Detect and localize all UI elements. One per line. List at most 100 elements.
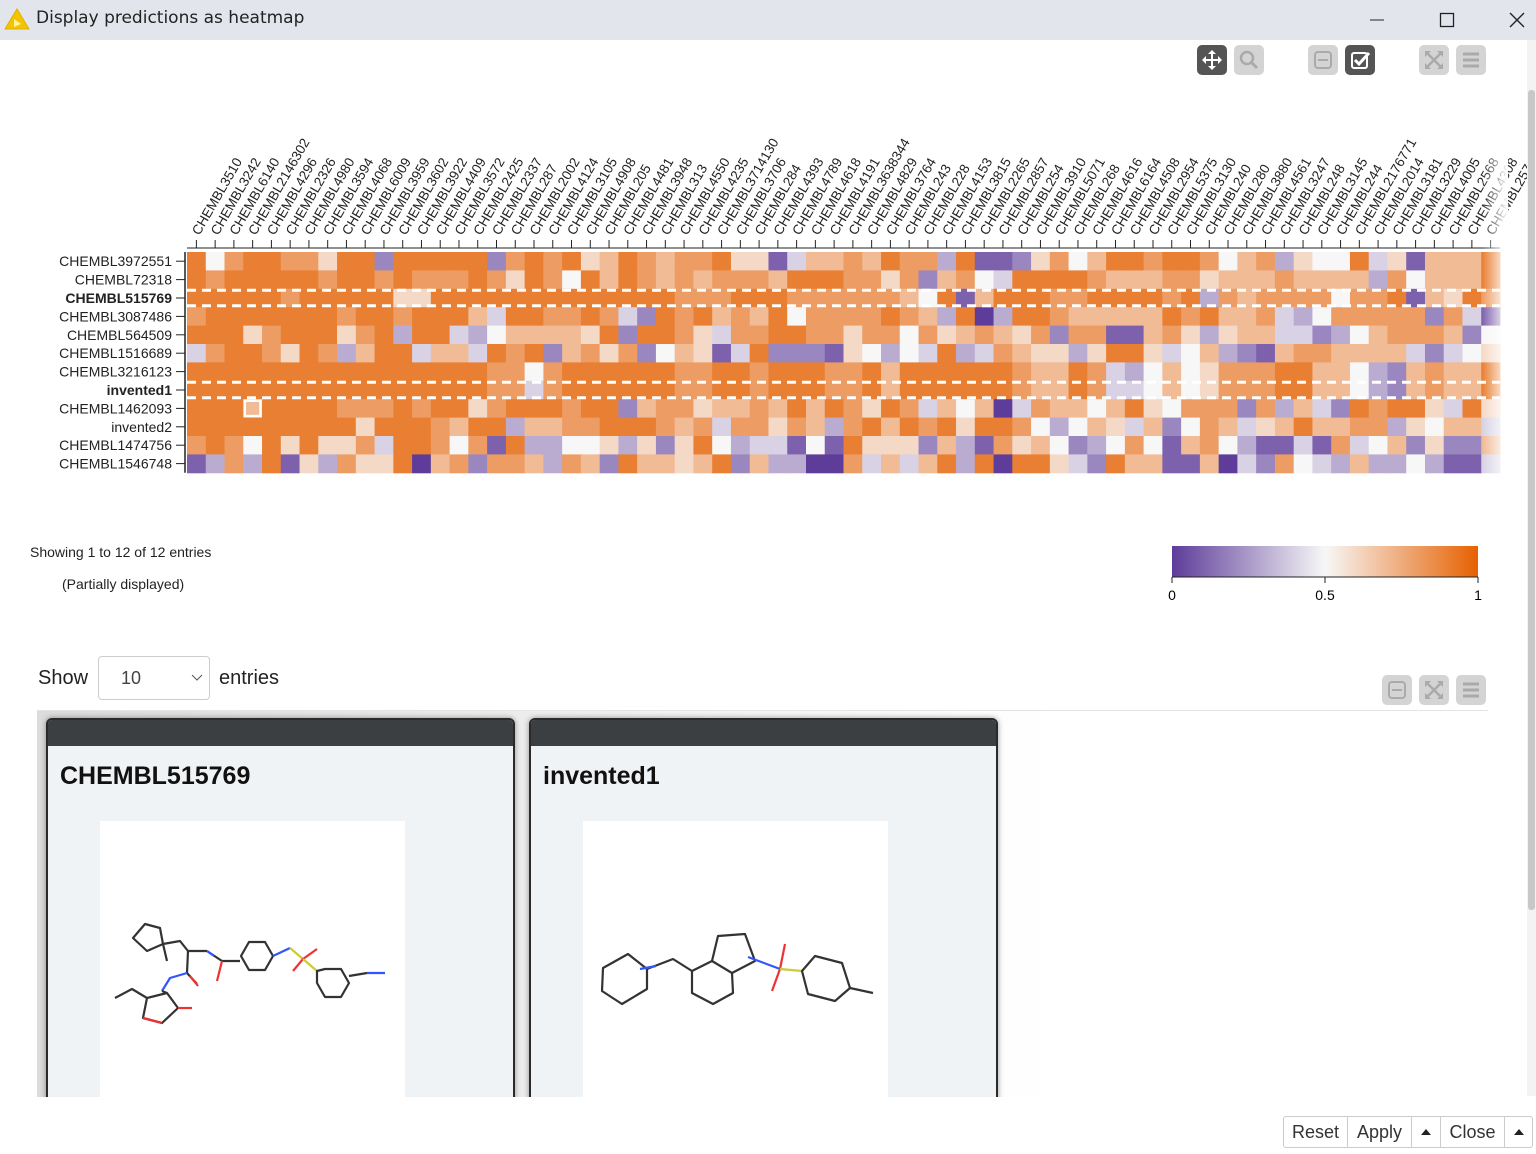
heatmap-cell[interactable] xyxy=(224,399,244,419)
heatmap-cell[interactable] xyxy=(937,344,957,363)
heatmap-cell[interactable] xyxy=(374,436,394,455)
tile-card[interactable]: invented1 xyxy=(529,718,998,1097)
heatmap-cell[interactable] xyxy=(449,252,469,271)
heatmap-cell[interactable] xyxy=(1181,270,1201,290)
heatmap-cell[interactable] xyxy=(562,399,582,419)
heatmap-cell[interactable] xyxy=(543,344,563,363)
heatmap-cell[interactable] xyxy=(1443,399,1463,419)
heatmap-cell[interactable] xyxy=(318,399,338,419)
heatmap-cell[interactable] xyxy=(1143,344,1163,363)
heatmap-cell[interactable] xyxy=(262,344,282,363)
heatmap-cell[interactable] xyxy=(1012,307,1032,327)
heatmap-cell[interactable] xyxy=(1218,436,1238,455)
heatmap-cell[interactable] xyxy=(618,362,638,382)
heatmap-cell[interactable] xyxy=(1256,454,1276,474)
heatmap-cell[interactable] xyxy=(974,344,995,363)
heatmap-cell[interactable] xyxy=(299,362,319,382)
heatmap-cell[interactable] xyxy=(524,307,544,327)
row-label[interactable]: CHEMBL1462093 xyxy=(59,400,172,416)
scrollbar-thumb[interactable] xyxy=(1528,90,1535,910)
heatmap-cell[interactable] xyxy=(1237,399,1257,419)
heatmap-cell[interactable] xyxy=(1331,270,1351,290)
heatmap-cell[interactable] xyxy=(693,325,713,345)
heatmap-cell[interactable] xyxy=(899,454,920,474)
heatmap-cell[interactable] xyxy=(712,362,732,382)
heatmap-cell[interactable] xyxy=(280,307,301,327)
heatmap-cell[interactable] xyxy=(1106,344,1126,363)
heatmap-cell[interactable] xyxy=(1068,344,1088,363)
heatmap-cell[interactable] xyxy=(881,344,901,363)
heatmap-cell[interactable] xyxy=(374,270,394,290)
heatmap-cell[interactable] xyxy=(1031,362,1051,382)
heatmap-cell[interactable] xyxy=(524,399,544,419)
heatmap-cell[interactable] xyxy=(749,417,769,437)
heatmap-cell[interactable] xyxy=(468,252,488,271)
heatmap-cell[interactable] xyxy=(1237,436,1257,455)
heatmap-cell[interactable] xyxy=(393,252,413,271)
heatmap-cell[interactable] xyxy=(1368,399,1388,419)
heatmap-cell[interactable] xyxy=(449,344,469,363)
heatmap-cell[interactable] xyxy=(824,454,844,474)
heatmap-cell[interactable] xyxy=(449,307,469,327)
heatmap-cell[interactable] xyxy=(562,270,582,290)
heatmap-cell[interactable] xyxy=(655,270,676,290)
heatmap-cell[interactable] xyxy=(655,454,676,474)
close-options-button[interactable] xyxy=(1504,1116,1533,1148)
heatmap-cell[interactable] xyxy=(1237,417,1257,437)
heatmap-cell[interactable] xyxy=(393,325,413,345)
heatmap-cell[interactable] xyxy=(1349,417,1370,437)
heatmap-cell[interactable] xyxy=(1406,454,1426,474)
heatmap-cell[interactable] xyxy=(637,270,657,290)
heatmap-cell[interactable] xyxy=(449,454,469,474)
heatmap-cell[interactable] xyxy=(1181,454,1201,474)
heatmap-cell[interactable] xyxy=(805,325,826,345)
heatmap-cell[interactable] xyxy=(1424,270,1445,290)
heatmap-cell[interactable] xyxy=(974,307,995,327)
heatmap-cell[interactable] xyxy=(299,454,319,474)
heatmap-cell[interactable] xyxy=(1462,252,1482,271)
heatmap-cell[interactable] xyxy=(430,252,451,271)
heatmap-cell[interactable] xyxy=(1031,399,1051,419)
heatmap-cell[interactable] xyxy=(1462,362,1482,382)
heatmap-cell[interactable] xyxy=(468,436,488,455)
heatmap-cell[interactable] xyxy=(318,270,338,290)
tile-menu-button[interactable] xyxy=(1456,675,1486,705)
heatmap-cell[interactable] xyxy=(1218,417,1238,437)
heatmap-cell[interactable] xyxy=(937,252,957,271)
heatmap-cell[interactable] xyxy=(1293,325,1313,345)
heatmap-cell[interactable] xyxy=(618,399,638,419)
heatmap-cell[interactable] xyxy=(937,399,957,419)
heatmap-cell[interactable] xyxy=(899,399,920,419)
heatmap-cell[interactable] xyxy=(618,270,638,290)
heatmap-cell[interactable] xyxy=(1068,436,1088,455)
heatmap-cell[interactable] xyxy=(599,436,619,455)
heatmap-cell[interactable] xyxy=(749,270,769,290)
heatmap-cell[interactable] xyxy=(881,417,901,437)
heatmap-cell[interactable] xyxy=(956,307,976,327)
heatmap-cell[interactable] xyxy=(505,252,526,271)
heatmap-cell[interactable] xyxy=(262,454,282,474)
heatmap-cell[interactable] xyxy=(1312,454,1332,474)
heatmap-cell[interactable] xyxy=(262,436,282,455)
heatmap-cell[interactable] xyxy=(693,344,713,363)
heatmap-cell[interactable] xyxy=(712,417,732,437)
heatmap-cell[interactable] xyxy=(412,399,432,419)
heatmap-cell[interactable] xyxy=(937,307,957,327)
row-label[interactable]: CHEMBL3972551 xyxy=(59,253,172,269)
heatmap-cell[interactable] xyxy=(693,362,713,382)
heatmap-cell[interactable] xyxy=(262,417,282,437)
heatmap-cell[interactable] xyxy=(355,325,376,345)
heatmap-cell[interactable] xyxy=(224,252,244,271)
heatmap-cell[interactable] xyxy=(449,270,469,290)
heatmap-cell[interactable] xyxy=(599,252,619,271)
heatmap-cell[interactable] xyxy=(637,362,657,382)
heatmap-cell[interactable] xyxy=(787,436,807,455)
heatmap-cell[interactable] xyxy=(1049,270,1070,290)
heatmap-cell[interactable] xyxy=(1274,307,1295,327)
heatmap-cell[interactable] xyxy=(1349,325,1370,345)
heatmap-cell[interactable] xyxy=(974,399,995,419)
heatmap-cell[interactable] xyxy=(337,344,357,363)
heatmap-cell[interactable] xyxy=(993,362,1013,382)
heatmap-cell[interactable] xyxy=(730,344,751,363)
heatmap-cell[interactable] xyxy=(1143,362,1163,382)
